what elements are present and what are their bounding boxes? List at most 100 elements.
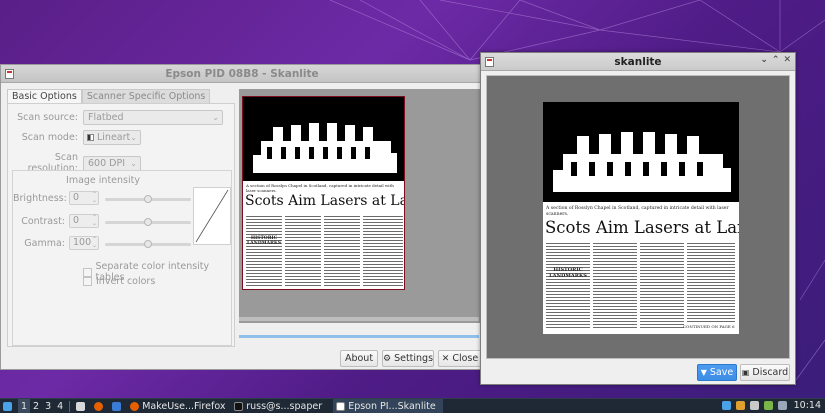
scan-preview-area[interactable]: A section of Rosslyn Chapel in Scotland,…: [239, 89, 483, 323]
chapel-photo: [543, 102, 739, 202]
text-column: [324, 215, 360, 287]
invert-colors-label: Invert colors: [96, 276, 156, 287]
network-icon[interactable]: [722, 401, 731, 410]
skanlite-app-icon: [5, 69, 14, 79]
tab-basic-options[interactable]: Basic Options: [7, 89, 82, 103]
preview-caption: A section of Rosslyn Chapel in Scotland,…: [246, 183, 394, 193]
contrast-label: Contrast:: [21, 215, 65, 227]
taskbar-separator: [69, 400, 71, 412]
preview-scan-image: A section of Rosslyn Chapel in Scotland,…: [242, 96, 405, 290]
scan-continued: CONTINUED ON PAGE 6: [683, 324, 735, 329]
contrast-spinbox[interactable]: 0 ⌃ ⌄: [69, 214, 99, 228]
task-label: MakeUse...Firefox: [142, 400, 226, 412]
brightness-label: Brightness:: [13, 192, 67, 204]
workspace-2[interactable]: 2: [30, 399, 42, 413]
quicklaunch-firefox[interactable]: [91, 399, 109, 413]
image-intensity-group: Image intensity Brightness: 0 ⌃ ⌄ Contras…: [12, 170, 232, 346]
clock[interactable]: 10:14: [794, 400, 821, 411]
brightness-value: 0: [73, 192, 80, 203]
preview-deck: HISTORIC LANDMARKS: [247, 236, 282, 246]
close-button[interactable]: ✕ Close: [438, 350, 482, 367]
brightness-slider-handle[interactable]: [144, 195, 152, 203]
gamma-spinbox[interactable]: 100 ⌃ ⌄: [69, 236, 99, 250]
scanned-image: A section of Rosslyn Chapel in Scotland,…: [543, 102, 739, 334]
window-title: Epson PID 08B8 - Skanlite: [165, 67, 319, 80]
app-menu-button[interactable]: [0, 399, 18, 413]
scan-deck: HISTORIC LANDMARKS: [549, 267, 587, 279]
scan-progress-bar: [239, 335, 479, 338]
text-column: [246, 215, 282, 287]
workspace-1[interactable]: 1: [18, 398, 31, 413]
taskbar-task-skanlite[interactable]: Epson PI...Skanlite: [333, 398, 444, 413]
dialog-titlebar[interactable]: skanlite ⌄ ⌃ ✕: [481, 53, 795, 71]
chevron-down-icon: ⌄: [212, 113, 219, 122]
save-icon: ▼: [700, 368, 707, 377]
basic-options-panel: Scan source: Flatbed ⌄ Scan mode: Linear…: [7, 103, 235, 347]
discard-button[interactable]: ▣ Discard: [740, 364, 790, 381]
text-column: [285, 215, 321, 287]
volume-icon[interactable]: [750, 401, 759, 410]
system-tray: [722, 401, 787, 410]
contrast-slider-handle[interactable]: [144, 218, 152, 226]
trash-icon: ▣: [741, 368, 750, 377]
taskbar-task-firefox[interactable]: MakeUse...Firefox: [127, 399, 231, 413]
settings-button[interactable]: ⚙ Settings: [382, 350, 434, 367]
settings-label: Settings: [394, 353, 434, 364]
options-tabs: Basic Options Scanner Specific Options: [7, 89, 211, 103]
firefox-icon: [94, 401, 104, 411]
tab-scanner-specific-options[interactable]: Scanner Specific Options: [81, 89, 211, 103]
firefox-icon: [130, 401, 140, 411]
main-titlebar[interactable]: Epson PID 08B8 - Skanlite: [1, 65, 483, 83]
spin-arrows-icon: ⌃ ⌄: [91, 191, 97, 204]
skanlite-main-window: Epson PID 08B8 - Skanlite Basic Options …: [0, 64, 484, 370]
scan-mode-value: Lineart: [97, 132, 131, 143]
discard-label: Discard: [752, 367, 789, 378]
taskbar-task-terminal[interactable]: russ@s...spaper: [231, 399, 333, 413]
skanlite-app-icon: [485, 57, 494, 67]
skanlite-preview-dialog: skanlite ⌄ ⌃ ✕ A section of Rosslyn Chap…: [480, 52, 796, 385]
desktop-icon: [112, 401, 122, 411]
image-intensity-title: Image intensity: [66, 175, 140, 186]
invert-colors-checkbox[interactable]: [83, 277, 92, 286]
lineart-icon: [87, 134, 94, 141]
about-label: About: [344, 353, 374, 364]
home-folder-icon: [76, 401, 86, 411]
close-window-icon[interactable]: ✕: [783, 55, 791, 65]
save-button[interactable]: ▼ Save: [697, 364, 737, 381]
scan-resolution-select[interactable]: 600 DPI ⌄: [83, 155, 141, 171]
preview-headline: Scots Aim Lasers at Landmarks: [245, 193, 404, 209]
minimize-icon[interactable]: ⌄: [760, 55, 768, 65]
quicklaunch-show-desktop[interactable]: [109, 399, 127, 413]
scan-source-select[interactable]: Flatbed ⌄: [83, 110, 223, 125]
scan-mode-select[interactable]: Lineart ⌄: [83, 130, 141, 145]
task-label: russ@s...spaper: [246, 400, 323, 412]
workspace-3[interactable]: 3: [42, 399, 54, 413]
contrast-slider[interactable]: [105, 218, 191, 226]
lubuntu-menu-icon: [3, 401, 12, 411]
preview-horizontal-scrollbar[interactable]: [239, 317, 479, 321]
battery-icon[interactable]: [764, 401, 773, 410]
quicklaunch-files[interactable]: [73, 399, 91, 413]
chapel-photo: [243, 97, 404, 181]
gamma-slider[interactable]: [105, 240, 191, 248]
text-column: [640, 242, 684, 330]
gamma-label: Gamma:: [24, 237, 65, 249]
about-button[interactable]: About: [340, 350, 378, 367]
spin-arrows-icon: ⌃ ⌄: [91, 236, 97, 249]
gamma-slider-handle[interactable]: [144, 240, 152, 248]
brightness-slider[interactable]: [105, 195, 191, 203]
task-label: Epson PI...Skanlite: [348, 400, 436, 412]
bluetooth-icon[interactable]: [778, 401, 787, 410]
close-label: Close: [452, 353, 479, 364]
text-column: [546, 242, 590, 330]
maximize-icon[interactable]: ⌃: [772, 55, 780, 65]
update-icon[interactable]: [736, 401, 745, 410]
scanned-image-view[interactable]: A section of Rosslyn Chapel in Scotland,…: [486, 75, 790, 359]
brightness-spinbox[interactable]: 0 ⌃ ⌄: [69, 191, 99, 205]
taskbar: 1 2 3 4 MakeUse...Firefox russ@s...spape…: [0, 398, 825, 413]
workspace-4[interactable]: 4: [54, 399, 66, 413]
close-icon: ✕: [441, 353, 450, 364]
scan-source-value: Flatbed: [88, 112, 124, 123]
scan-resolution-value: 600 DPI: [88, 157, 125, 169]
terminal-icon: [234, 401, 244, 411]
